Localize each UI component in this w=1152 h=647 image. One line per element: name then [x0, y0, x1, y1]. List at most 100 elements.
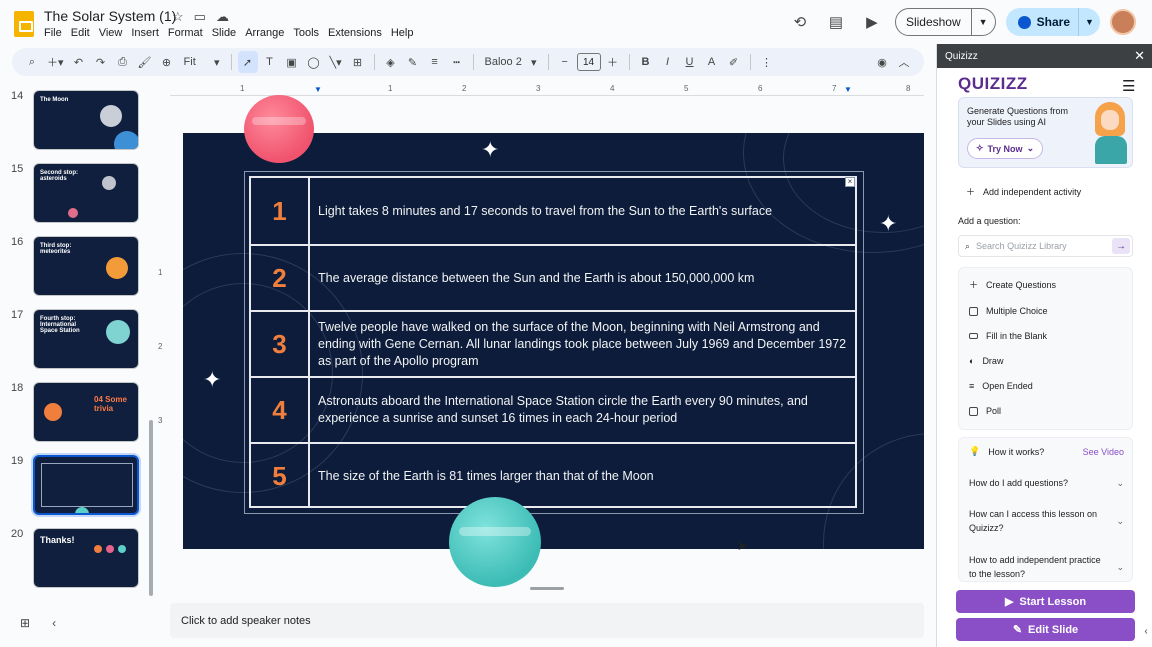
- filmstrip-item[interactable]: 20 Thanks!: [0, 522, 160, 588]
- question-type-multiple-choice[interactable]: Multiple Choice: [969, 306, 1048, 316]
- shape-icon[interactable]: ◯: [304, 51, 324, 73]
- start-lesson-button[interactable]: ▶ Start Lesson: [956, 590, 1135, 613]
- undo-icon[interactable]: ↶: [69, 51, 89, 73]
- menu-tools[interactable]: Tools: [293, 27, 319, 39]
- collapse-filmstrip-icon[interactable]: ‹: [52, 616, 56, 630]
- font-select[interactable]: Baloo 2 ▾: [480, 51, 542, 73]
- teal-planet-graphic[interactable]: [449, 497, 541, 587]
- slideshow-label[interactable]: Slideshow: [896, 9, 971, 35]
- arrow-right-icon[interactable]: →: [1112, 238, 1130, 254]
- filmstrip-item[interactable]: 18 04 Some trivia: [0, 376, 160, 442]
- close-icon[interactable]: ×: [845, 177, 855, 187]
- menu-arrange[interactable]: Arrange: [245, 27, 284, 39]
- close-icon[interactable]: ✕: [1134, 48, 1145, 64]
- question-type-open-ended[interactable]: ≡ Open Ended: [969, 381, 1033, 391]
- menu-slide[interactable]: Slide: [212, 27, 236, 39]
- redo-icon[interactable]: ↷: [91, 51, 111, 73]
- slide-thumbnail[interactable]: Second stop: asteroids: [33, 163, 139, 223]
- slides-logo-icon[interactable]: [14, 11, 34, 37]
- table-row[interactable]: 4 Astronauts aboard the International Sp…: [251, 376, 855, 442]
- highlight-icon[interactable]: ✐: [724, 51, 744, 73]
- slideshow-button[interactable]: Slideshow ▼: [894, 8, 996, 36]
- fact-text[interactable]: Twelve people have walked on the surface…: [310, 312, 855, 376]
- table-row[interactable]: 3 Twelve people have walked on the surfa…: [251, 310, 855, 376]
- slide-thumbnail-active[interactable]: [33, 455, 139, 515]
- indent-marker-icon[interactable]: ▼: [844, 85, 852, 94]
- insert-special-icon[interactable]: ⊞: [348, 51, 368, 73]
- fact-text[interactable]: The average distance between the Sun and…: [310, 246, 855, 310]
- menu-file[interactable]: File: [44, 27, 62, 39]
- question-type-fill-blank[interactable]: Fill in the Blank: [969, 331, 1047, 341]
- zoom-select[interactable]: Fit ▾: [179, 51, 225, 73]
- hamburger-menu-icon[interactable]: ☰: [1122, 77, 1135, 95]
- font-size-input[interactable]: 14: [576, 53, 601, 71]
- cloud-status-icon[interactable]: ☁: [216, 9, 229, 25]
- filmstrip-item[interactable]: 17 Fourth stop: International Space Stat…: [0, 303, 160, 369]
- slide-thumbnail[interactable]: Thanks!: [33, 528, 139, 588]
- increase-font-icon[interactable]: ＋: [603, 51, 623, 73]
- move-folder-icon[interactable]: ▭: [194, 9, 206, 25]
- filmstrip-item[interactable]: 14 The Moon: [0, 84, 160, 150]
- record-icon[interactable]: ◉: [872, 51, 892, 73]
- bold-icon[interactable]: B: [636, 51, 656, 73]
- text-box-icon[interactable]: T: [260, 51, 280, 73]
- star-icon[interactable]: ☆: [172, 9, 184, 25]
- document-title[interactable]: The Solar System (1): [44, 8, 176, 24]
- slide-thumbnail[interactable]: The Moon: [33, 90, 139, 150]
- new-slide-icon[interactable]: ＋▾: [44, 51, 67, 73]
- italic-icon[interactable]: I: [658, 51, 678, 73]
- filmstrip-item[interactable]: 16 Third stop: meteorites: [0, 230, 160, 296]
- chevron-up-icon[interactable]: ︿: [894, 51, 914, 73]
- fact-text[interactable]: Light takes 8 minutes and 17 seconds to …: [310, 178, 855, 244]
- table-row[interactable]: 5 The size of the Earth is 81 times larg…: [251, 442, 855, 508]
- more-options-icon[interactable]: ⋮: [757, 51, 777, 73]
- edit-slide-button[interactable]: ✎ Edit Slide: [956, 618, 1135, 641]
- print-icon[interactable]: ⎙: [113, 51, 133, 73]
- menu-help[interactable]: Help: [391, 27, 414, 39]
- select-cursor-icon[interactable]: ➚: [237, 51, 258, 73]
- border-dash-icon[interactable]: ┅: [447, 51, 467, 73]
- speaker-notes[interactable]: Click to add speaker notes: [170, 603, 924, 638]
- filmstrip-item[interactable]: 19: [0, 449, 160, 515]
- fact-text[interactable]: Astronauts aboard the International Spac…: [310, 378, 855, 442]
- text-color-icon[interactable]: A: [702, 51, 722, 73]
- filmstrip-item[interactable]: 15 Second stop: asteroids: [0, 157, 160, 223]
- notes-resize-handle[interactable]: [530, 587, 564, 590]
- library-search-input[interactable]: ⌕ Search Quizizz Library →: [958, 235, 1133, 257]
- try-now-button[interactable]: ✧ Try Now ⌄: [967, 138, 1044, 159]
- faq-item[interactable]: How can I access this lesson on Quizizz?…: [969, 507, 1124, 535]
- border-color-icon[interactable]: ✎: [403, 51, 423, 73]
- table-row[interactable]: 1 Light takes 8 minutes and 17 seconds t…: [251, 178, 855, 244]
- collapse-panel-icon[interactable]: ‹: [1139, 622, 1152, 640]
- menu-format[interactable]: Format: [168, 27, 203, 39]
- add-independent-activity-button[interactable]: ＋ Add independent activity: [958, 185, 1133, 198]
- search-menus-icon[interactable]: ⌕: [22, 51, 42, 73]
- question-type-poll[interactable]: Poll: [969, 406, 1001, 416]
- menu-view[interactable]: View: [99, 27, 123, 39]
- avatar[interactable]: [1110, 9, 1136, 35]
- underline-icon[interactable]: U: [680, 51, 700, 73]
- chevron-down-icon[interactable]: ▼: [970, 9, 995, 35]
- border-weight-icon[interactable]: ≡: [425, 51, 445, 73]
- history-icon[interactable]: ⟲: [787, 9, 813, 35]
- fact-text[interactable]: The size of the Earth is 81 times larger…: [310, 444, 855, 508]
- facts-table[interactable]: 1 Light takes 8 minutes and 17 seconds t…: [249, 176, 857, 508]
- slide-thumbnail[interactable]: 04 Some trivia: [33, 382, 139, 442]
- pink-planet-graphic[interactable]: [244, 95, 314, 163]
- fill-color-icon[interactable]: ◈: [381, 51, 401, 73]
- menu-insert[interactable]: Insert: [131, 27, 159, 39]
- indent-marker-icon[interactable]: ▼: [314, 85, 322, 94]
- slide-thumbnail[interactable]: Third stop: meteorites: [33, 236, 139, 296]
- faq-item[interactable]: How do I add questions? ⌄: [969, 476, 1124, 490]
- line-icon[interactable]: ╲▾: [326, 51, 346, 73]
- meet-icon[interactable]: ▶: [859, 9, 885, 35]
- image-icon[interactable]: ▣: [282, 51, 302, 73]
- decrease-font-icon[interactable]: −: [555, 51, 575, 73]
- slide-thumbnail[interactable]: Fourth stop: International Space Station: [33, 309, 139, 369]
- paint-format-icon[interactable]: 🖌: [135, 51, 155, 73]
- table-row[interactable]: 2 The average distance between the Sun a…: [251, 244, 855, 310]
- filmstrip-scrollbar[interactable]: [149, 420, 153, 596]
- comments-icon[interactable]: ▤: [823, 9, 849, 35]
- menu-extensions[interactable]: Extensions: [328, 27, 382, 39]
- chevron-down-icon[interactable]: ▼: [1078, 8, 1100, 36]
